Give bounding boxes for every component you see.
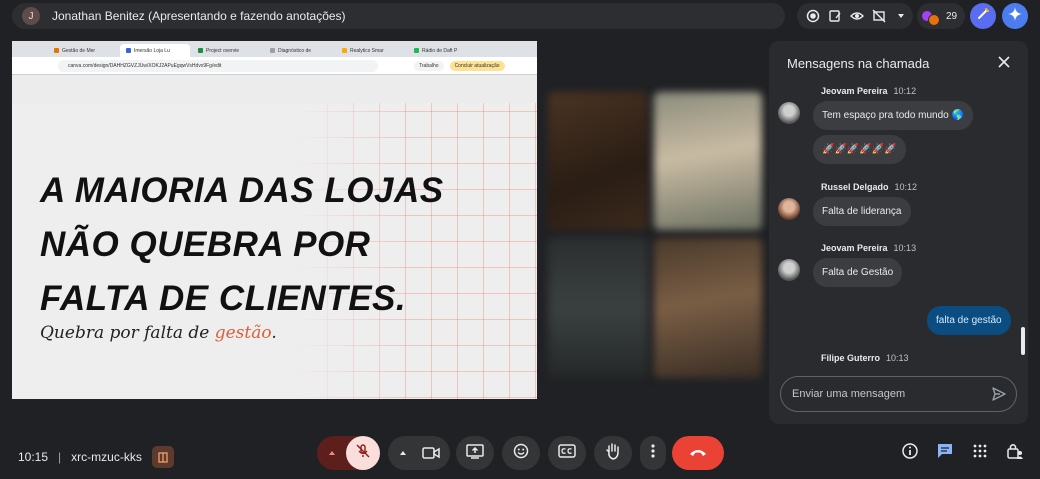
camera-icon[interactable] — [422, 445, 440, 466]
participant-avatar — [928, 14, 940, 26]
message-sender: Filipe Guterro 10:13 — [821, 353, 909, 363]
message-sender: Jeovam Pereira 10:13 — [821, 243, 917, 253]
lock-person-icon — [1006, 442, 1024, 465]
close-icon[interactable] — [997, 55, 1011, 74]
end-call-icon — [688, 444, 708, 462]
chat-messages[interactable]: Jeovam Pereira 10:12 Tem espaço pra todo … — [769, 81, 1028, 363]
chat-panel: Mensagens na chamada Jeovam Pereira 10:12… — [769, 41, 1028, 424]
avatar — [778, 198, 800, 220]
message-bubble: Falta de Gestão — [813, 258, 903, 287]
browser-tab: Imersão Loja Lu — [120, 44, 190, 57]
message-sender: Russel Delgado 10:12 — [821, 182, 918, 192]
info-icon — [901, 442, 919, 465]
reactions-button[interactable] — [502, 436, 540, 470]
annotate-button[interactable] — [970, 3, 996, 29]
chevron-up-icon[interactable] — [397, 446, 409, 464]
chat-message-input[interactable] — [792, 385, 982, 403]
hand-icon — [605, 442, 621, 465]
present-screen-button[interactable] — [456, 436, 494, 470]
browser-tab: Realytics Smar — [336, 44, 406, 57]
message-bubble: Tem espaço pra todo mundo 🌎 — [813, 101, 973, 130]
presenter-bar: J Jonathan Benitez (Apresentando e fazen… — [12, 3, 785, 29]
people-count: 29 — [946, 10, 958, 22]
avatar — [778, 102, 800, 124]
pen-icon — [976, 7, 990, 26]
meeting-code: xrc-mzuc-kks — [71, 450, 142, 464]
browser-tabs: Gestão de Mer Imersão Loja Lu Project ov… — [12, 41, 537, 57]
chat-input-box[interactable] — [780, 376, 1017, 412]
chevron-down-icon[interactable] — [893, 8, 909, 24]
present-screen-icon — [466, 443, 484, 464]
activities-button[interactable] — [968, 441, 992, 465]
participant-tile[interactable] — [548, 238, 648, 378]
mic-off-button[interactable] — [346, 436, 380, 470]
shared-screen: Gestão de Mer Imersão Loja Lu Project ov… — [12, 41, 537, 399]
chat-button[interactable] — [933, 441, 957, 465]
chat-title: Mensagens na chamada — [787, 56, 930, 71]
presentation-controls — [797, 3, 913, 29]
gemini-button[interactable] — [1002, 3, 1028, 29]
avatar — [778, 259, 800, 281]
chevron-up-icon[interactable] — [326, 446, 338, 464]
message-bubble: Falta de liderança — [813, 197, 911, 226]
finish-update-chip: Concluir atualização — [449, 60, 505, 71]
slide-line-1: A MAIORIA DAS LOJAS — [40, 171, 444, 210]
browser-tab: Rádio de Daft P — [408, 44, 478, 57]
chat-scrollbar[interactable] — [1021, 327, 1025, 355]
notes-icon[interactable] — [827, 8, 843, 24]
more-options-button[interactable] — [640, 436, 666, 470]
people-chip[interactable]: 29 — [917, 3, 965, 29]
meeting-info: 10:15 | xrc-mzuc-kks — [18, 446, 174, 468]
browser-tab: Diagnóstico de — [264, 44, 334, 57]
participant-tile[interactable] — [654, 92, 762, 230]
profile-chip: Trabalho — [414, 60, 444, 71]
browser-urlbar: canva.com/design/DAHHZGVZJUw/XOKJ2APuEgq… — [12, 57, 537, 75]
slide-line-3: FALTA DE CLIENTES. — [40, 279, 407, 318]
meeting-details-button[interactable] — [898, 441, 922, 465]
presenter-label: Jonathan Benitez (Apresentando e fazendo… — [52, 9, 346, 23]
chat-icon — [936, 442, 954, 465]
captions-button[interactable] — [548, 436, 586, 470]
slide-line-2: NÃO QUEBRA POR — [40, 225, 371, 264]
mic-control-group — [317, 436, 380, 470]
browser-tab: Project overvie — [192, 44, 262, 57]
record-icon[interactable] — [805, 8, 821, 24]
eye-icon[interactable] — [849, 8, 865, 24]
message-sender: Jeovam Pereira 10:12 — [821, 86, 917, 96]
meet-window: J Jonathan Benitez (Apresentando e fazen… — [0, 0, 1040, 479]
browser-tab: Gestão de Mer — [48, 44, 118, 57]
presentation-slide: A MAIORIA DAS LOJAS NÃO QUEBRA POR FALTA… — [12, 103, 537, 399]
slide-subtitle: Quebra por falta de gestão. — [40, 323, 277, 343]
captions-icon — [558, 443, 576, 463]
own-message-bubble: falta de gestão — [927, 306, 1011, 335]
camera-control-group — [388, 436, 450, 470]
clock-time: 10:15 — [18, 450, 49, 464]
apps-grid-icon — [973, 444, 987, 463]
send-icon[interactable] — [991, 386, 1007, 402]
no-photo-icon[interactable] — [871, 8, 887, 24]
gemini-icon — [1008, 6, 1022, 26]
presenter-avatar: J — [22, 7, 40, 25]
emoji-icon — [513, 443, 529, 464]
host-controls-icon[interactable] — [151, 446, 174, 468]
participant-tile[interactable] — [548, 92, 648, 230]
participant-tile[interactable] — [654, 238, 762, 378]
message-bubble: 🚀🚀🚀🚀🚀🚀 — [813, 135, 906, 164]
raise-hand-button[interactable] — [594, 436, 632, 470]
more-vert-icon — [651, 443, 655, 464]
url-text: canva.com/design/DAHHZGVZJUw/XOKJ2APuEgq… — [58, 59, 378, 72]
leave-call-button[interactable] — [672, 436, 724, 470]
host-controls-button[interactable] — [1003, 441, 1027, 465]
mic-off-icon — [355, 443, 371, 464]
